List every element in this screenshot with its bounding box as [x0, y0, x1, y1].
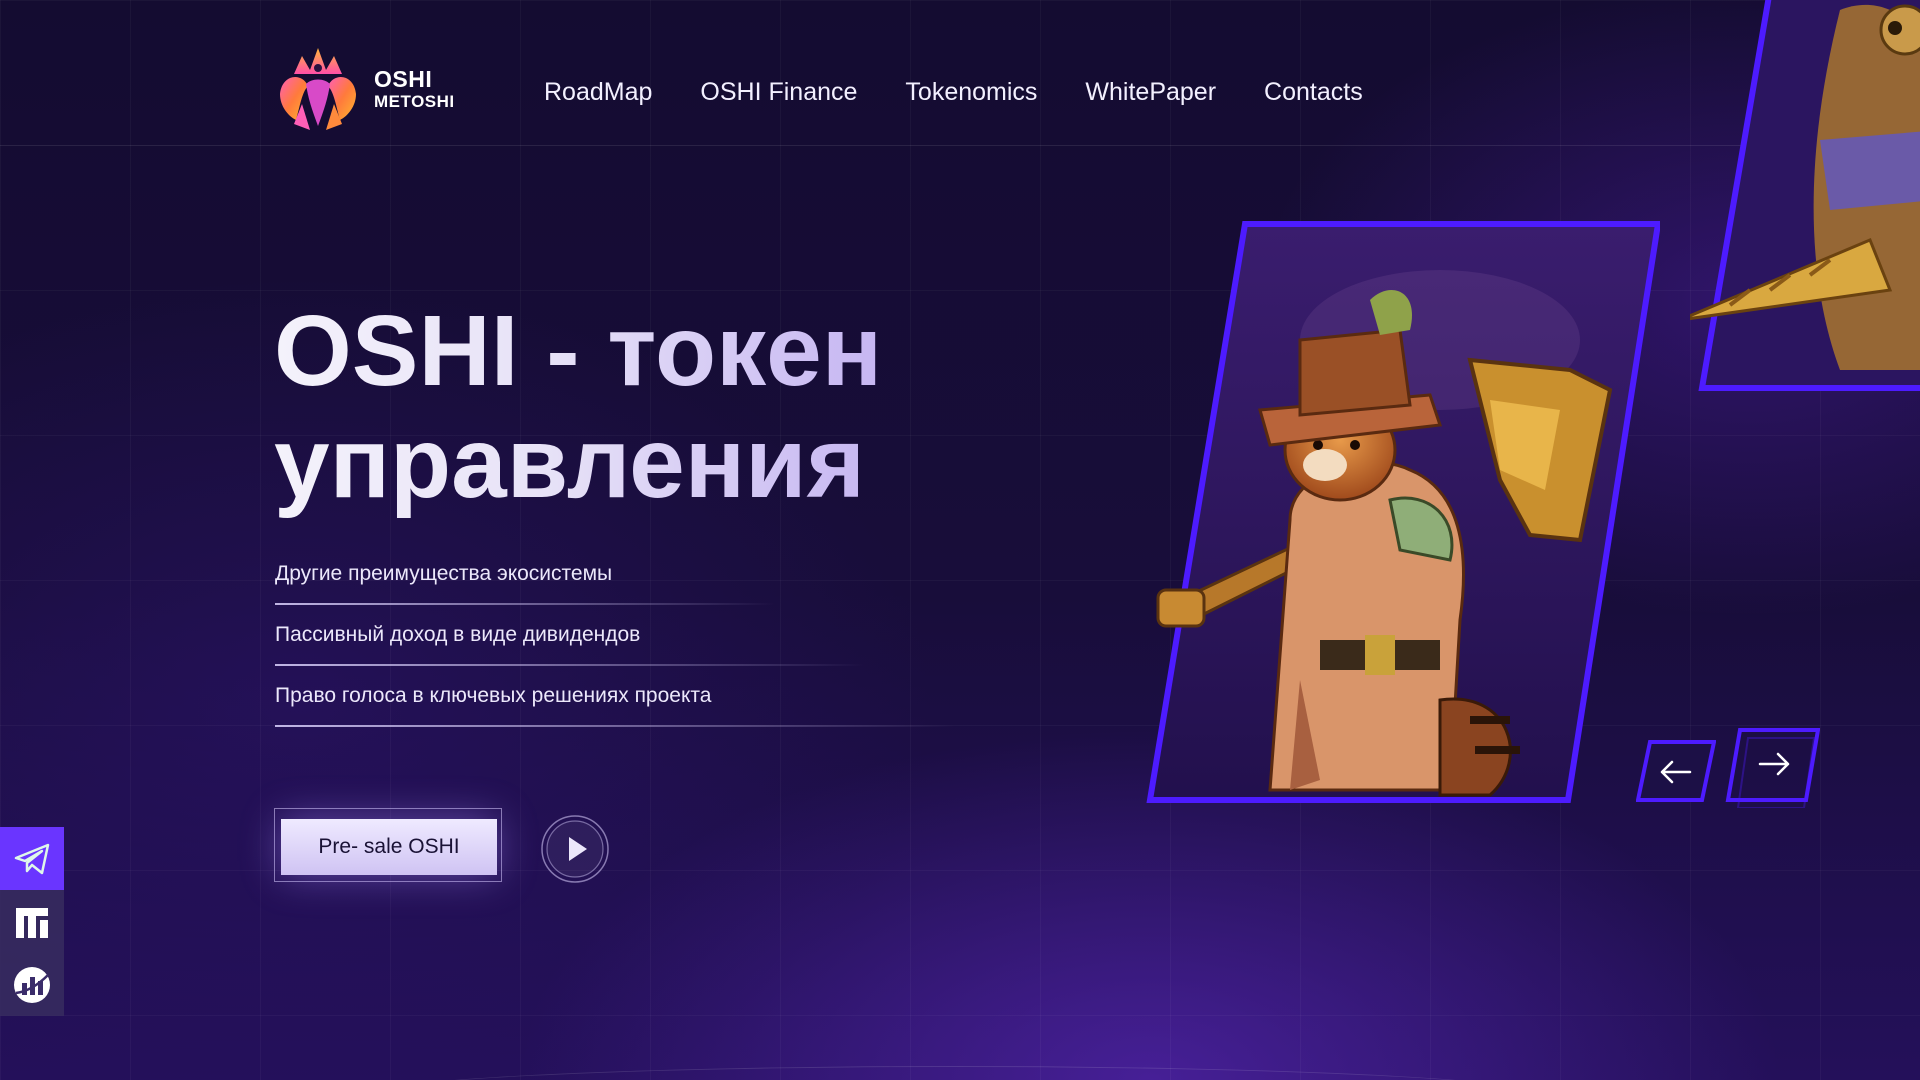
benefit-item: Право голоса в ключевых решениях проекта — [275, 684, 955, 745]
medium-icon — [16, 907, 48, 938]
benefit-underline — [275, 664, 865, 666]
nav-roadmap[interactable]: RoadMap — [541, 78, 655, 107]
carousel-next-button[interactable] — [1724, 726, 1820, 808]
main-nav: RoadMap OSHI Finance Tokenomics WhitePap… — [541, 78, 1411, 107]
arrow-right-icon — [1758, 752, 1790, 776]
character-card-partial — [1690, 0, 1920, 391]
telegram-link[interactable] — [0, 827, 64, 890]
section-divider-arc — [360, 1066, 1550, 1080]
benefits-list: Другие преимущества экосистемы Пассивный… — [275, 562, 955, 745]
chart-icon — [14, 966, 50, 1003]
benefit-item: Пассивный доход в виде дивидендов — [275, 623, 865, 684]
header-divider — [0, 145, 1920, 146]
presale-cta: Pre- sale OSHI — [274, 808, 504, 882]
nav-contacts[interactable]: Contacts — [1264, 78, 1363, 107]
benefit-underline — [275, 725, 955, 727]
landing-page: OSHI METOSHI RoadMap OSHI Finance Tokeno… — [0, 0, 1920, 1080]
nav-whitepaper[interactable]: WhitePaper — [1085, 78, 1216, 107]
benefit-item: Другие преимущества экосистемы — [275, 562, 775, 623]
nav-oshi-finance[interactable]: OSHI Finance — [700, 78, 857, 107]
benefit-text: Пассивный доход в виде дивидендов — [275, 623, 641, 646]
benefit-text: Другие преимущества экосистемы — [275, 562, 613, 585]
hero-title: OSHI - токен управления — [274, 295, 882, 519]
presale-button[interactable]: Pre- sale OSHI — [281, 819, 497, 875]
play-icon[interactable] — [540, 814, 610, 884]
telegram-icon — [14, 843, 50, 874]
social-sidebar — [0, 827, 64, 1016]
medium-link[interactable] — [0, 890, 64, 953]
hero-title-line2: управления — [274, 407, 865, 519]
crown-logo-icon — [280, 48, 356, 130]
benefit-underline — [275, 603, 775, 605]
benefit-text: Право голоса в ключевых решениях проекта — [275, 684, 712, 707]
hero-title-line1: OSHI - токен — [274, 295, 883, 407]
carousel-prev-button[interactable] — [1636, 738, 1716, 804]
chart-link[interactable] — [0, 953, 64, 1016]
brand-name-line1: OSHI — [374, 66, 433, 92]
brand-name-line2: METOSHI — [374, 92, 455, 111]
brand-logo[interactable]: OSHI METOSHI — [272, 44, 455, 134]
nav-tokenomics[interactable]: Tokenomics — [905, 78, 1037, 107]
character-card — [1146, 221, 1660, 803]
